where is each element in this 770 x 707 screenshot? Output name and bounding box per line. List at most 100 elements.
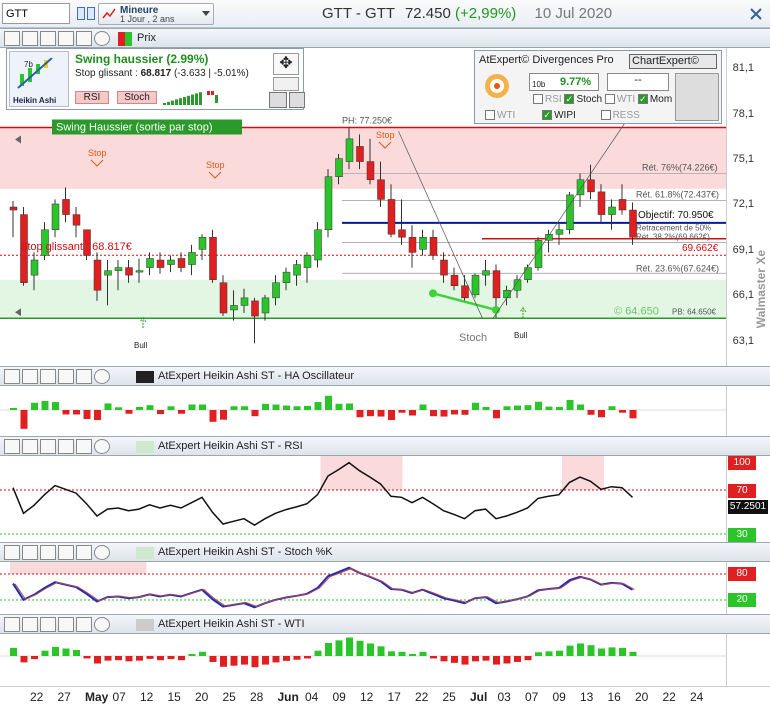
- strength-bar: [175, 99, 178, 105]
- indicator-icon[interactable]: [22, 439, 38, 454]
- time-tick-label: 24: [690, 690, 704, 704]
- mom-checkbox[interactable]: ✓: [637, 94, 648, 105]
- abc-icon[interactable]: [58, 369, 74, 384]
- wti-checkbox[interactable]: [604, 94, 615, 105]
- indicator-icon[interactable]: [22, 617, 38, 632]
- close-icon[interactable]: [94, 545, 110, 560]
- period-selector[interactable]: Mineure 1 Jour , 2 ans: [98, 3, 214, 25]
- stoch-20-badge: 20: [728, 593, 756, 607]
- abc-icon[interactable]: [58, 545, 74, 560]
- indicator-icon[interactable]: [22, 545, 38, 560]
- square-icon[interactable]: [76, 439, 92, 454]
- osc-bar: [188, 404, 196, 410]
- wrench-icon[interactable]: [4, 31, 20, 46]
- wti-bar: [377, 646, 385, 656]
- price-tick-label: 66,1: [732, 289, 754, 302]
- strength-bar: [191, 94, 194, 105]
- osc-bar: [178, 410, 185, 414]
- candle: [471, 273, 480, 298]
- indicator-icon[interactable]: [22, 31, 38, 46]
- square-icon[interactable]: [76, 31, 92, 46]
- indicator-icon[interactable]: [22, 369, 38, 384]
- wti-bar: [524, 656, 532, 661]
- candle: [135, 258, 144, 283]
- move-icon[interactable]: ✥: [273, 53, 299, 75]
- wave-icon[interactable]: [40, 545, 56, 560]
- wipi-checkbox[interactable]: ✓: [542, 110, 553, 121]
- abc-icon[interactable]: [58, 617, 74, 632]
- candle: [387, 184, 396, 238]
- signal-chart2-icon[interactable]: [289, 92, 305, 108]
- wti-bar: [461, 656, 469, 665]
- close-icon[interactable]: [94, 617, 110, 632]
- wti-bar: [419, 651, 427, 656]
- wrench-icon[interactable]: [4, 439, 20, 454]
- price-change: (+2,99%): [455, 5, 517, 22]
- osc-bar: [598, 410, 605, 418]
- osc-bar: [451, 410, 458, 415]
- candle-body: [209, 237, 217, 280]
- abc-icon[interactable]: [58, 439, 74, 454]
- rsi-chart[interactable]: [0, 456, 726, 542]
- wrench-icon[interactable]: [4, 369, 20, 384]
- strength-bar: [207, 91, 210, 95]
- divergence-box[interactable]: AtExpert© Divergences Pro ChartExpert© 1…: [474, 50, 722, 124]
- candle-body: [104, 270, 112, 276]
- ress-checkbox[interactable]: [600, 110, 611, 121]
- candle-body: [261, 297, 270, 314]
- time-tick-label: 27: [57, 690, 71, 704]
- wti-panel-title: AtExpert Heikin Ashi ST - WTI: [158, 618, 305, 630]
- candle-body: [303, 255, 312, 268]
- osc-bar: [629, 410, 637, 419]
- flag-icon[interactable]: [675, 73, 719, 121]
- wti-bar: [314, 650, 322, 656]
- candle: [545, 229, 553, 253]
- close-icon[interactable]: [94, 31, 110, 46]
- swing-signal-box[interactable]: 7b Heikin Ashi Swing haussier (2.99%) St…: [6, 48, 305, 110]
- time-tick-label: 03: [497, 690, 511, 704]
- wave-icon[interactable]: [40, 369, 56, 384]
- rsi-100-badge: 100: [728, 456, 756, 470]
- rsi-panel-toolbar: AtExpert Heikin Ashi ST - RSI: [0, 436, 770, 456]
- signal-chart-icon[interactable]: [269, 92, 287, 108]
- wti2-checkbox[interactable]: [485, 110, 495, 121]
- rsi-value-badge: 57.2501: [728, 500, 768, 514]
- stop-marker: Stop: [88, 148, 107, 158]
- wave-icon[interactable]: [40, 439, 56, 454]
- close-icon[interactable]: [94, 369, 110, 384]
- square-icon[interactable]: [76, 617, 92, 632]
- rsi-button[interactable]: RSI: [75, 91, 109, 104]
- square-icon[interactable]: [76, 545, 92, 560]
- wave-icon[interactable]: [40, 31, 56, 46]
- wave-icon[interactable]: [40, 617, 56, 632]
- square-icon[interactable]: [76, 369, 92, 384]
- candle-body: [482, 270, 490, 276]
- candle-body: [492, 270, 501, 299]
- stoch-80-badge: 80: [728, 567, 756, 581]
- stoch-button[interactable]: Stoch: [117, 91, 157, 104]
- fib-76-label: Rét. 76%(74.226€): [642, 162, 718, 172]
- osc-bar: [20, 410, 28, 429]
- tools-icon[interactable]: [748, 6, 764, 22]
- candle: [555, 222, 564, 245]
- wrench-icon[interactable]: [4, 545, 20, 560]
- book-icon[interactable]: [76, 5, 96, 22]
- arrow-tool-icon[interactable]: [273, 77, 299, 91]
- time-tick-label: 20: [195, 690, 209, 704]
- close-icon[interactable]: [94, 439, 110, 454]
- wti-chart[interactable]: [0, 634, 726, 686]
- rsi-checkbox[interactable]: [533, 94, 543, 105]
- abc-icon[interactable]: [58, 31, 74, 46]
- stoch-checkbox[interactable]: ✓: [564, 94, 575, 105]
- chevron-down-icon[interactable]: [202, 11, 210, 16]
- symbol-input[interactable]: [2, 3, 70, 24]
- period-line2: 1 Jour , 2 ans: [120, 14, 175, 24]
- ha-oscillator-chart[interactable]: [0, 386, 726, 436]
- stoch-chart[interactable]: [0, 562, 726, 614]
- chartexpert-button[interactable]: ChartExpert©: [629, 54, 717, 69]
- candle-type-icon[interactable]: [118, 32, 132, 46]
- candle: [156, 252, 165, 274]
- wrench-icon[interactable]: [4, 617, 20, 632]
- fib-61-label: Rét. 61.8%(72.437€): [636, 189, 719, 199]
- wti-bar: [146, 656, 154, 659]
